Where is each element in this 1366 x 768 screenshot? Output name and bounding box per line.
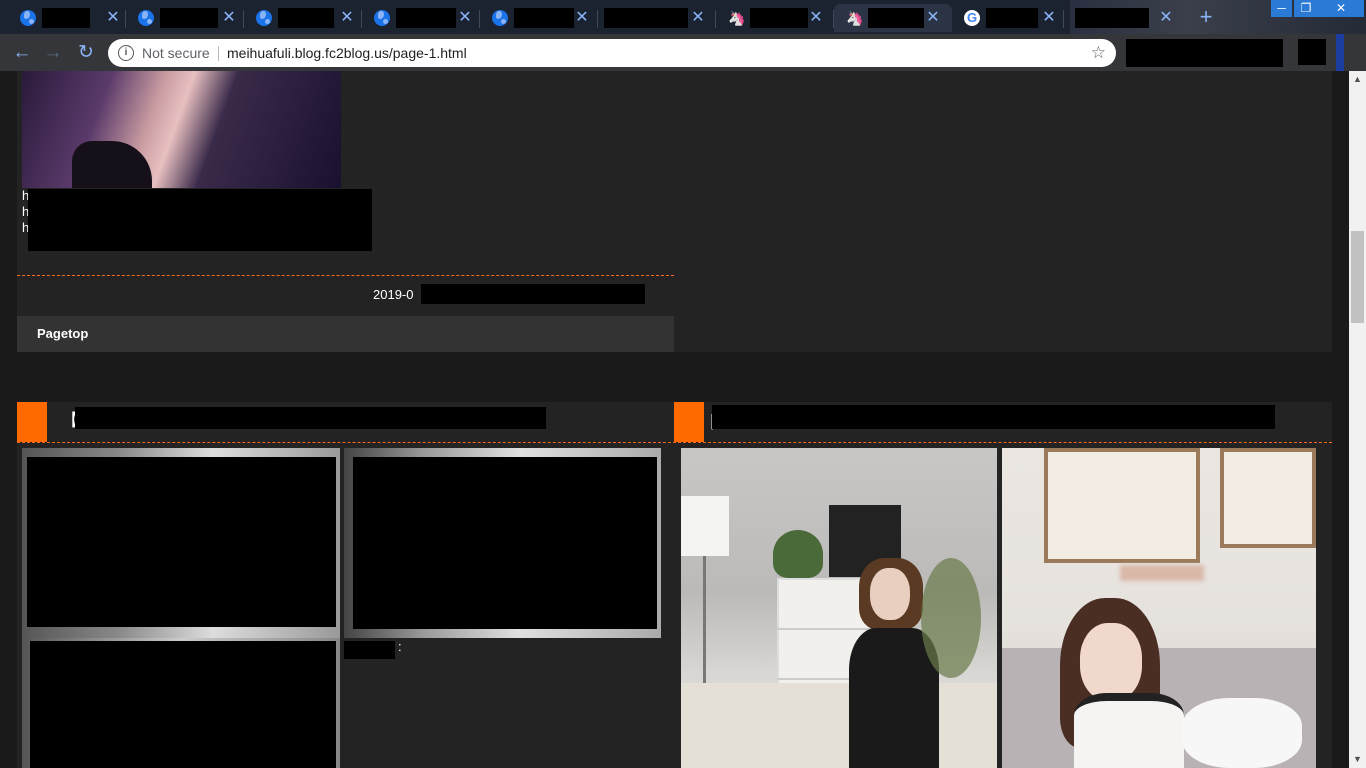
- post-image[interactable]: [22, 71, 341, 188]
- close-tab-icon[interactable]: ✕: [808, 8, 824, 28]
- maximize-button[interactable]: ❐: [1294, 0, 1318, 17]
- browser-tab[interactable]: ✕: [244, 4, 362, 32]
- scrollbar-thumb[interactable]: [1351, 231, 1364, 323]
- tab-title-redacted: [42, 8, 90, 28]
- leg: [1182, 698, 1302, 768]
- browser-tab[interactable]: ✕: [126, 4, 244, 32]
- globe-icon: [256, 10, 272, 26]
- pagetop-bar: Pagetop: [17, 316, 674, 352]
- address-bar[interactable]: i Not secure meihuafuli.blog.fc2blog.us/…: [108, 39, 1116, 67]
- post-date: 2019-0: [373, 287, 414, 302]
- tab-title-redacted: [1075, 8, 1149, 28]
- entry-header-1: 【: [17, 402, 674, 442]
- profile-avatar[interactable]: [1336, 34, 1344, 71]
- accent-block: [17, 402, 47, 442]
- entry-title-redacted[interactable]: [75, 407, 546, 429]
- pagetop-link[interactable]: Pagetop: [37, 316, 88, 352]
- close-tab-icon[interactable]: ✕: [457, 8, 473, 28]
- close-tab-icon[interactable]: ✕: [925, 8, 941, 28]
- caption-colon: :: [398, 639, 402, 654]
- google-icon: G: [964, 10, 980, 26]
- extension-redacted[interactable]: [1126, 39, 1283, 67]
- browser-tab[interactable]: ✕: [362, 4, 480, 32]
- browser-tab[interactable]: ✕: [8, 4, 126, 32]
- browser-tab[interactable]: 🦄 ✕: [716, 4, 834, 32]
- browser-tab[interactable]: ✕: [480, 4, 598, 32]
- entry-thumbnail[interactable]: [344, 448, 661, 638]
- scroll-down-arrow-icon[interactable]: ▼: [1349, 751, 1366, 768]
- close-tab-icon[interactable]: ✕: [105, 8, 121, 28]
- page-scrollbar[interactable]: ▲ ▼: [1349, 71, 1366, 768]
- close-tab-icon[interactable]: ✕: [1158, 8, 1174, 28]
- entry-title-redacted[interactable]: [712, 405, 1275, 429]
- info-icon[interactable]: i: [118, 45, 134, 61]
- entry-header-2: |: [674, 402, 1332, 442]
- framed-art: [1220, 448, 1316, 548]
- new-tab-button[interactable]: +: [1195, 4, 1217, 30]
- browser-tab[interactable]: G ✕: [952, 4, 1064, 32]
- entry-photo[interactable]: [1002, 448, 1316, 768]
- bookmark-star-icon[interactable]: ☆: [1091, 39, 1106, 67]
- window-close-button[interactable]: ✕: [1318, 0, 1364, 17]
- tab-title-redacted: [868, 8, 924, 28]
- close-tab-icon[interactable]: ✕: [1041, 8, 1057, 28]
- plant: [773, 530, 823, 578]
- accent-block: [674, 402, 704, 442]
- close-tab-icon[interactable]: ✕: [690, 8, 706, 28]
- side-panel: [674, 71, 1332, 352]
- browser-tab-active[interactable]: 🦄 ✕: [834, 4, 952, 32]
- close-tab-icon[interactable]: ✕: [221, 8, 237, 28]
- browser-toolbar: ← → ↻ i Not secure meihuafuli.blog.fc2bl…: [0, 34, 1366, 71]
- globe-icon: [374, 10, 390, 26]
- face: [870, 568, 910, 620]
- image-detail: [72, 141, 152, 188]
- tab-title-redacted: [986, 8, 1038, 28]
- caption-redacted: [344, 641, 395, 659]
- tab-title-redacted: [604, 8, 688, 28]
- entry-photo[interactable]: [681, 448, 997, 768]
- browser-tab[interactable]: ✕: [1064, 4, 1182, 32]
- dashed-divider: [17, 275, 674, 276]
- globe-icon: [492, 10, 508, 26]
- reload-button[interactable]: ↻: [74, 41, 98, 65]
- unicorn-icon: 🦄: [728, 10, 746, 26]
- back-button[interactable]: ←: [10, 41, 34, 65]
- tab-title-redacted: [396, 8, 456, 28]
- extension-redacted[interactable]: [1298, 39, 1326, 65]
- close-tab-icon[interactable]: ✕: [339, 8, 355, 28]
- unicorn-icon: 🦄: [846, 10, 864, 26]
- pixelated-watermark: [1120, 565, 1204, 581]
- entry-thumbnail[interactable]: [22, 448, 340, 638]
- redacted-date-rest: [421, 284, 645, 304]
- security-label[interactable]: Not secure: [142, 39, 210, 67]
- framed-art: [1044, 448, 1200, 563]
- globe-icon: [138, 10, 154, 26]
- tab-title-redacted: [514, 8, 574, 28]
- tab-title-redacted: [160, 8, 218, 28]
- face: [1080, 623, 1142, 701]
- browser-tab[interactable]: ✕: [598, 4, 716, 32]
- minimize-button[interactable]: ─: [1271, 0, 1292, 17]
- scroll-up-arrow-icon[interactable]: ▲: [1349, 71, 1366, 88]
- page-viewport: h h h 2019-0 Pagetop 【 | :: [0, 71, 1349, 768]
- outfit: [1074, 693, 1184, 768]
- url-text[interactable]: meihuafuli.blog.fc2blog.us/page-1.html: [227, 39, 467, 67]
- close-tab-icon[interactable]: ✕: [574, 8, 590, 28]
- forward-button[interactable]: →: [41, 41, 65, 65]
- globe-icon: [20, 10, 36, 26]
- softbox-light: [681, 496, 729, 556]
- tab-title-redacted: [278, 8, 334, 28]
- tab-title-redacted: [750, 8, 808, 28]
- omnibox-divider: [218, 46, 219, 61]
- tab-strip: ✕ ✕ ✕ ✕ ✕ ✕ 🦄 ✕ 🦄 ✕ G ✕ ✕ + ─ ❐ ✕: [0, 0, 1366, 34]
- sofa: [681, 683, 997, 768]
- redacted-link-block[interactable]: [28, 189, 372, 251]
- entry-thumbnail[interactable]: [22, 638, 340, 768]
